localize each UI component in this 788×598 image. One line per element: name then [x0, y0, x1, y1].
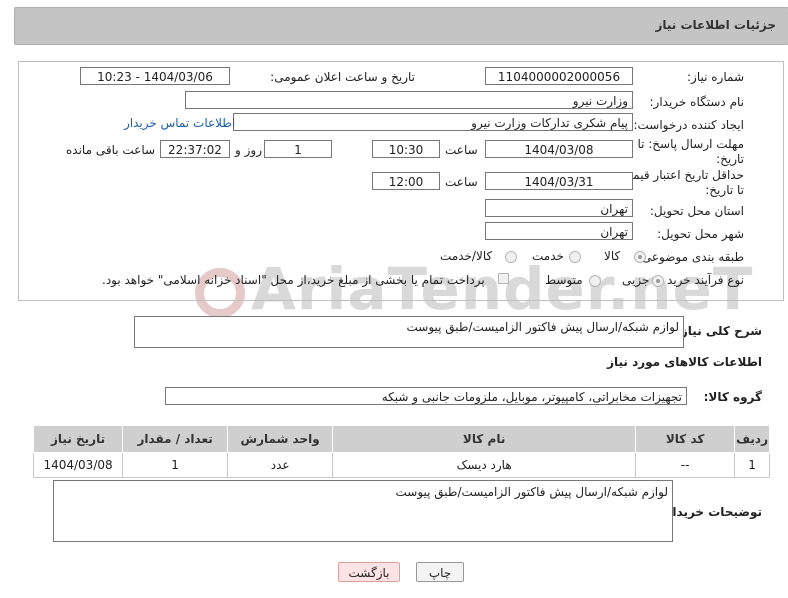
category-option-service: خدمت — [532, 249, 564, 263]
cell-item-code: -- — [635, 452, 736, 478]
category-option-goods: کالا — [604, 249, 621, 263]
process-label: نوع فرآیند خرید : — [659, 273, 744, 287]
summary-field: لوازم شبکه/ارسال پیش فاکتور الزامیست/طبق… — [134, 316, 684, 348]
need-number-label: شماره نیاز: — [687, 70, 744, 84]
creator-field: پیام شکری تدارکات وزارت نیرو — [233, 113, 633, 131]
process-option-medium: متوسط — [545, 273, 583, 287]
days-label: روز و — [235, 143, 262, 157]
treasury-payment-note: پرداخت تمام یا بخشی از مبلغ خرید،از محل … — [102, 273, 485, 287]
goods-table: ردیف کد کالا نام کالا واحد شمارش تعداد /… — [32, 425, 770, 478]
deadline-label: مهلت ارسال پاسخ: تا تاریخ: — [637, 137, 744, 166]
creator-label: ایجاد کننده درخواست: — [633, 118, 744, 132]
announce-label: تاریخ و ساعت اعلان عمومی: — [270, 70, 415, 84]
buyer-org-label: نام دستگاه خریدار: — [649, 95, 745, 109]
col-item-code: کد کالا — [635, 425, 736, 453]
print-button[interactable]: چاپ — [416, 562, 464, 582]
goods-group-field: تجهیزات مخابراتی، کامپیوتر، موبایل، ملزو… — [165, 387, 687, 405]
city-field: تهران — [485, 222, 633, 240]
price-validity-date-field: 1404/03/31 — [485, 172, 633, 190]
cell-quantity: 1 — [122, 452, 229, 478]
buyer-notes-field: لوازم شبکه/ارسال پیش فاکتور الزامیست/طبق… — [53, 480, 673, 542]
province-label: استان محل تحویل: — [649, 204, 744, 218]
buyer-contact-link[interactable]: اطلاعات تماس خریدار — [124, 116, 235, 130]
process-radio-minor[interactable] — [652, 275, 664, 287]
cell-need-date: 1404/03/08 — [32, 452, 124, 478]
process-radio-medium[interactable] — [589, 275, 601, 287]
table-header-row: ردیف کد کالا نام کالا واحد شمارش تعداد /… — [32, 425, 770, 453]
table-row: 1 -- هارد دیسک عدد 1 1404/03/08 — [32, 452, 770, 478]
remaining-field: 22:37:02 — [160, 140, 230, 158]
announce-field: 1404/03/06 - 10:23 — [80, 67, 230, 85]
col-row-number: ردیف — [734, 425, 770, 453]
col-quantity: تعداد / مقدار — [122, 425, 229, 453]
category-radio-goods-service[interactable] — [505, 251, 517, 263]
treasury-payment-checkbox[interactable] — [498, 273, 509, 284]
col-need-date: تاریخ نیاز — [32, 425, 124, 453]
category-option-goods-service: کالا/خدمت — [440, 249, 493, 263]
city-label: شهر محل تحویل: — [657, 227, 744, 241]
goods-group-label: گروه کالا: — [703, 390, 762, 404]
price-validity-time-label: ساعت — [445, 175, 478, 189]
need-number-field: 1104000002000056 — [485, 67, 633, 85]
buyer-org-field: وزارت نیرو — [185, 91, 633, 109]
category-radio-goods[interactable] — [634, 251, 646, 263]
cell-unit: عدد — [227, 452, 334, 478]
price-validity-time-field: 12:00 — [372, 172, 440, 190]
col-item-name: نام کالا — [332, 425, 637, 453]
days-field: 1 — [264, 140, 332, 158]
process-option-minor: جزیی — [622, 273, 650, 287]
page-title: جزئیات اطلاعات نیاز — [655, 18, 776, 32]
page-header: جزئیات اطلاعات نیاز — [14, 7, 788, 45]
category-radio-service[interactable] — [569, 251, 581, 263]
cell-row-number: 1 — [734, 452, 770, 478]
deadline-date-field: 1404/03/08 — [485, 140, 633, 158]
category-label: طبقه بندی موضوعی: — [637, 250, 744, 264]
price-validity-label: حداقل تاریخ اعتبار قیمت: تا تاریخ: — [617, 168, 744, 197]
province-field: تهران — [485, 199, 633, 217]
deadline-time-label: ساعت — [445, 143, 478, 157]
cell-item-name: هارد دیسک — [332, 452, 637, 478]
col-unit: واحد شمارش — [227, 425, 334, 453]
goods-section-title: اطلاعات کالاهای مورد نیاز — [607, 355, 762, 369]
summary-label: شرح کلی نیاز: — [676, 324, 762, 338]
remaining-label: ساعت باقی مانده — [66, 143, 156, 157]
buyer-notes-label: توضیحات خریدار: — [660, 505, 762, 519]
deadline-time-field: 10:30 — [372, 140, 440, 158]
back-button[interactable]: بازگشت — [338, 562, 400, 582]
